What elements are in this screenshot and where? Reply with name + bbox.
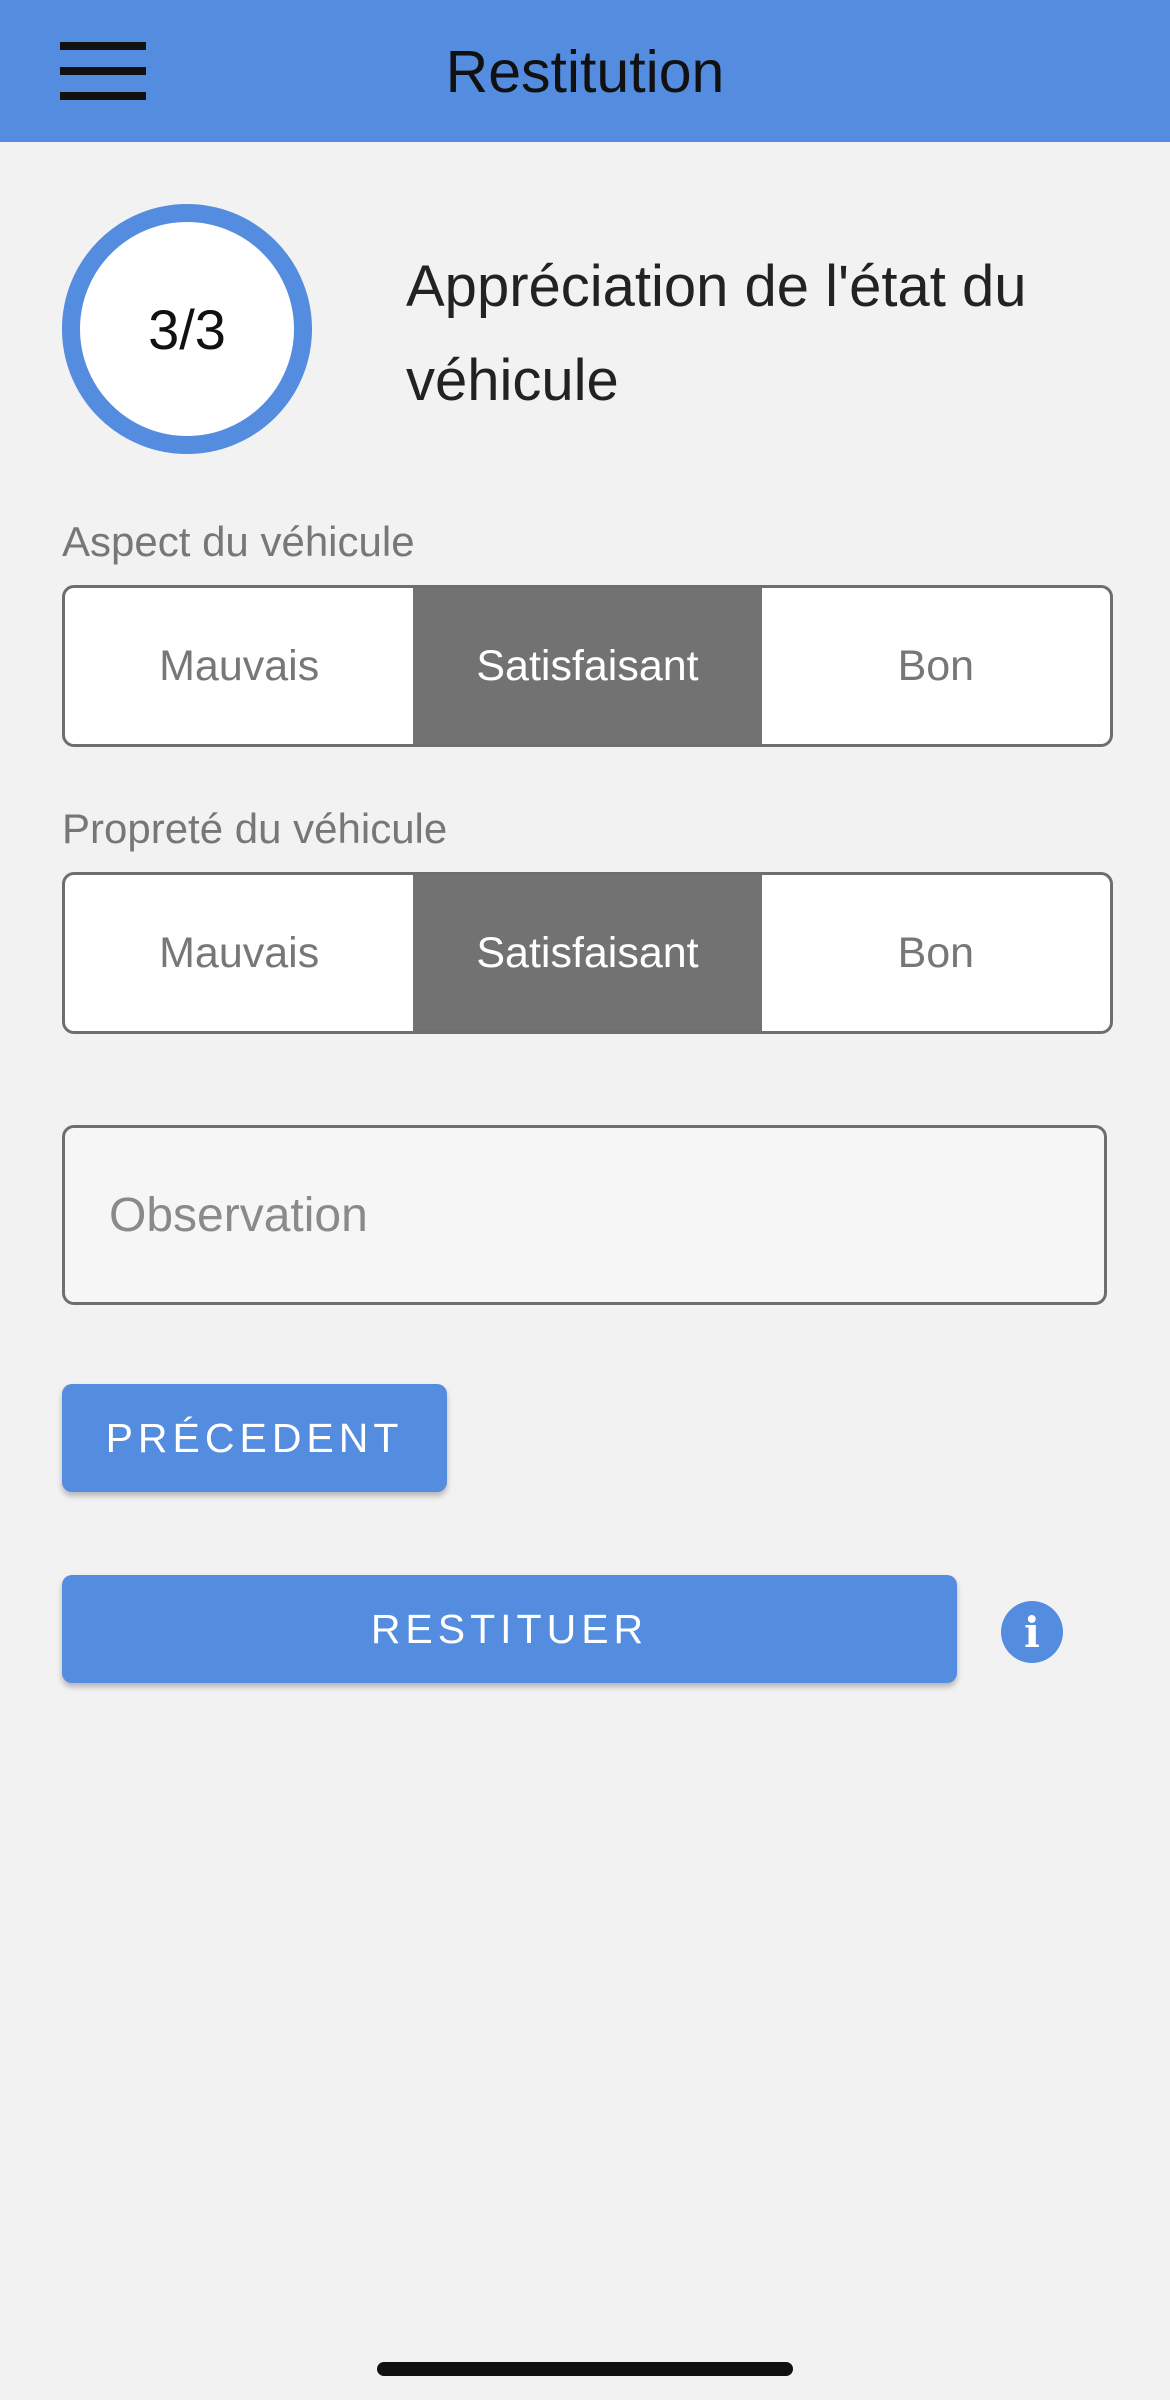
- restituer-button[interactable]: RESTITUER: [62, 1575, 957, 1683]
- proprete-segmented-control: Mauvais Satisfaisant Bon: [62, 872, 1113, 1034]
- proprete-option-bon[interactable]: Bon: [762, 875, 1110, 1031]
- observation-field[interactable]: [62, 1125, 1107, 1305]
- step-progress-indicator: 3/3: [62, 204, 312, 454]
- proprete-option-mauvais[interactable]: Mauvais: [65, 875, 413, 1031]
- proprete-option-satisfaisant[interactable]: Satisfaisant: [413, 875, 762, 1031]
- observation-input[interactable]: [107, 1186, 1104, 1244]
- aspect-option-satisfaisant[interactable]: Satisfaisant: [413, 588, 762, 744]
- aspect-segmented-control: Mauvais Satisfaisant Bon: [62, 585, 1113, 747]
- step-heading: Appréciation de l'état du véhicule: [406, 254, 1027, 413]
- previous-button[interactable]: PRÉCEDENT: [62, 1384, 447, 1492]
- page-title: Restitution: [445, 39, 725, 105]
- home-indicator: [377, 2362, 793, 2376]
- info-icon[interactable]: i: [1001, 1601, 1063, 1663]
- proprete-label: Propreté du véhicule: [62, 805, 448, 852]
- aspect-label: Aspect du véhicule: [62, 518, 415, 565]
- aspect-option-bon[interactable]: Bon: [762, 588, 1110, 744]
- top-app-bar: Restitution: [0, 0, 1170, 142]
- aspect-option-mauvais[interactable]: Mauvais: [65, 588, 413, 744]
